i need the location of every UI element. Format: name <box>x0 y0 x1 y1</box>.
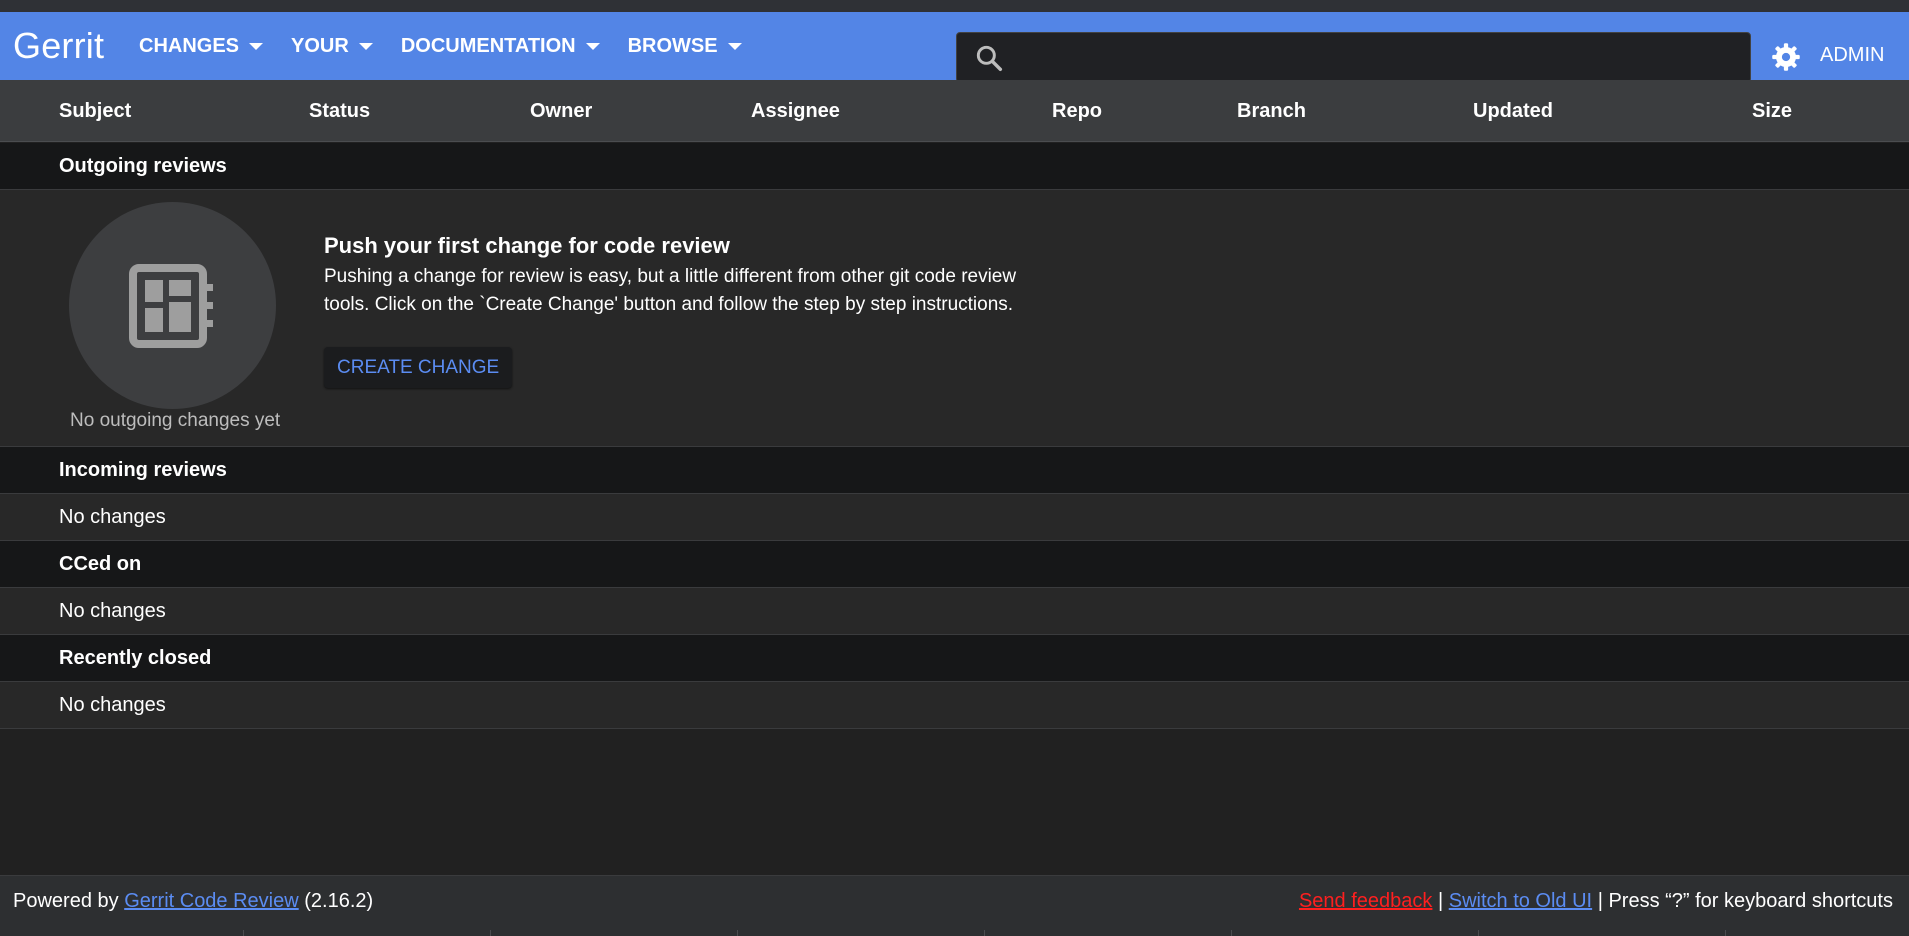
divider <box>243 930 244 936</box>
search-box <box>956 32 1751 83</box>
chevron-down-icon <box>585 42 600 50</box>
empty-illustration <box>69 202 276 409</box>
no-changes-label: No changes <box>59 506 166 528</box>
section-title: Recently closed <box>59 647 212 669</box>
main-nav: CHANGES YOUR DOCUMENTATION BROWSE <box>139 32 770 60</box>
col-branch: Branch <box>1237 100 1306 122</box>
nav-browse[interactable]: BROWSE <box>628 32 742 60</box>
nav-your-label: YOUR <box>291 34 349 57</box>
col-subject: Subject <box>59 100 132 122</box>
version-text: (2.16.2) <box>304 890 374 912</box>
create-change-button[interactable]: CREATE CHANGE <box>324 347 513 388</box>
divider <box>737 930 738 936</box>
send-feedback-link[interactable]: Send feedback <box>1299 890 1432 912</box>
nav-documentation[interactable]: DOCUMENTATION <box>401 32 600 60</box>
section-title: Outgoing reviews <box>59 155 227 177</box>
switch-old-ui-link[interactable]: Switch to Old UI <box>1449 890 1592 912</box>
account-menu[interactable]: ADMIN <box>1820 44 1884 67</box>
section-outgoing-header: Outgoing reviews <box>0 143 1909 190</box>
cced-empty-row: No changes <box>0 588 1909 635</box>
chevron-down-icon <box>727 42 742 50</box>
col-updated: Updated <box>1473 100 1553 122</box>
table-header: Subject Status Owner Assignee Repo Branc… <box>0 80 1909 142</box>
outgoing-empty-state: No outgoing changes yet Push your first … <box>0 190 1909 447</box>
section-title: CCed on <box>59 553 142 575</box>
nav-documentation-label: DOCUMENTATION <box>400 34 576 57</box>
footer: Powered by Gerrit Code Review (2.16.2) S… <box>0 875 1909 936</box>
gerrit-logo[interactable]: Gerrit <box>13 25 104 67</box>
search-icon <box>976 45 1003 71</box>
section-title: Incoming reviews <box>59 459 227 481</box>
section-cced-header: CCed on <box>0 541 1909 588</box>
nav-changes-label: CHANGES <box>139 34 240 57</box>
footer-powered-by: Powered by Gerrit Code Review (2.16.2) <box>13 890 373 913</box>
no-changes-label: No changes <box>59 694 166 716</box>
nav-browse-label: BROWSE <box>627 34 718 57</box>
header-bar: Gerrit CHANGES YOUR DOCUMENTATION BROWSE <box>0 12 1909 83</box>
incoming-empty-row: No changes <box>0 494 1909 541</box>
push-description: Pushing a change for review is easy, but… <box>324 266 1017 315</box>
no-changes-label: No changes <box>59 600 166 622</box>
chevron-down-icon <box>358 42 373 50</box>
section-closed-header: Recently closed <box>0 635 1909 682</box>
push-title: Push your first change for code review <box>324 233 730 258</box>
divider <box>1231 930 1232 936</box>
col-size: Size <box>1752 100 1793 122</box>
closed-empty-row: No changes <box>0 682 1909 729</box>
divider <box>1478 930 1479 936</box>
shortcuts-hint: | Press “?” for keyboard shortcuts <box>1597 890 1893 912</box>
nav-your[interactable]: YOUR <box>291 32 373 60</box>
col-status: Status <box>309 100 371 122</box>
footer-links: Send feedback | Switch to Old UI | Press… <box>1299 890 1893 913</box>
nav-changes[interactable]: CHANGES <box>139 32 264 60</box>
powered-by-text: Powered by <box>13 890 119 912</box>
gerrit-code-review-link[interactable]: Gerrit Code Review <box>124 890 299 912</box>
col-owner: Owner <box>530 100 593 122</box>
col-repo: Repo <box>1052 100 1102 122</box>
empty-caption: No outgoing changes yet <box>70 410 281 431</box>
chevron-down-icon <box>249 42 264 50</box>
divider <box>1725 930 1726 936</box>
col-assignee: Assignee <box>751 100 840 122</box>
separator: | <box>1437 890 1444 912</box>
top-strip <box>0 0 1909 12</box>
divider <box>984 930 985 936</box>
dashboard-icon <box>129 264 213 348</box>
section-incoming-header: Incoming reviews <box>0 447 1909 494</box>
gear-icon[interactable] <box>1771 42 1801 72</box>
divider <box>490 930 491 936</box>
search-input[interactable] <box>1005 33 1750 82</box>
